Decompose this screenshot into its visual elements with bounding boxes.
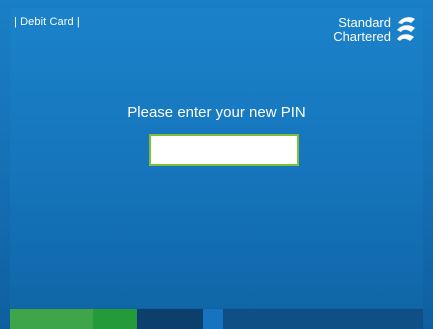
color-stripe-bar <box>10 309 423 329</box>
stripe-segment-1 <box>10 309 93 329</box>
pin-prompt: Please enter your new PIN <box>127 104 306 121</box>
brand-block: Standard Chartered <box>333 14 417 46</box>
stripe-segment-2 <box>93 309 137 329</box>
brand-name-line2: Chartered <box>333 29 391 44</box>
brand-name-line1: Standard <box>338 15 391 30</box>
stripe-segment-3 <box>137 309 203 329</box>
stripe-segment-5 <box>223 309 423 329</box>
stripe-segment-4 <box>203 309 223 329</box>
pin-input[interactable] <box>149 134 299 166</box>
brand-name: Standard Chartered <box>333 16 391 44</box>
card-type-label: | Debit Card | <box>14 16 80 28</box>
atm-screen: | Debit Card | Standard Chartered Please… <box>0 0 433 329</box>
standard-chartered-logo-icon <box>397 17 415 41</box>
